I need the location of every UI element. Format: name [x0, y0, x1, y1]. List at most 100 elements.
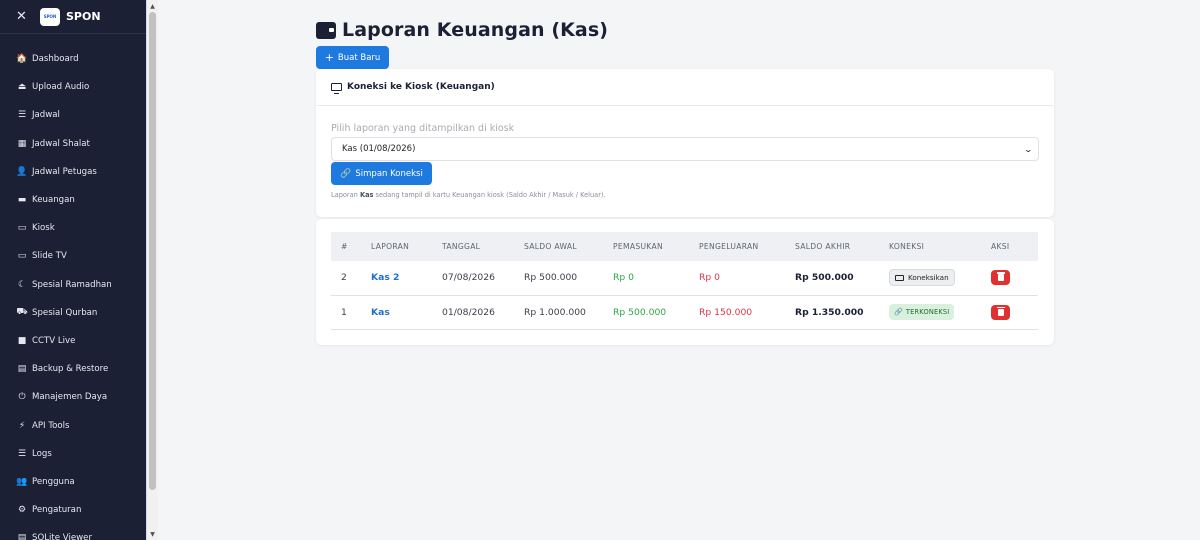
col-start-balance: SALDO AWAL	[524, 242, 577, 251]
connection-cell: Koneksikan	[879, 261, 981, 295]
monitor-icon	[331, 83, 342, 94]
delete-button[interactable]	[991, 304, 1010, 320]
home-icon: 🏠	[16, 54, 28, 65]
sidebar-item-manajemen-daya[interactable]: ⏻ Manajemen Daya	[0, 383, 146, 411]
table-row: 1 Kas 01/08/2026 Rp 1.000.000 Rp 500.000…	[331, 295, 1038, 329]
sidebar-item-label: API Tools	[32, 420, 70, 431]
sidebar-item-jadwal[interactable]: ☰ Jadwal	[0, 101, 146, 129]
sidebar-item-pengaturan[interactable]: ⚙ Pengaturan	[0, 496, 146, 524]
monitor-icon: ▭	[17, 223, 27, 234]
save-connection-label: Simpan Koneksi	[355, 168, 423, 179]
list-icon: ☰	[17, 448, 27, 459]
col-actions: AKSI	[991, 242, 1010, 251]
database-icon: ▤	[17, 533, 27, 540]
scroll-thumb[interactable]	[149, 12, 156, 490]
cow-icon: ⛟	[16, 307, 28, 318]
connect-button[interactable]: Koneksikan	[889, 269, 955, 287]
sidebar-item-label: Pengguna	[32, 476, 75, 487]
sidebar-item-label: Backup & Restore	[32, 364, 109, 375]
sidebar-item-sqlite-viewer[interactable]: ▤ SQLite Viewer	[0, 524, 146, 540]
app-logo: SPON	[40, 7, 60, 26]
start-balance: Rp 1.000.000	[524, 306, 586, 318]
actions-cell	[981, 295, 1038, 329]
moon-icon: ☾	[17, 279, 27, 290]
sidebar-item-logs[interactable]: ☰ Logs	[0, 440, 146, 468]
sidebar-item-label: Jadwal	[32, 110, 60, 121]
sidebar-item-label: SQLite Viewer	[32, 533, 92, 540]
connect-label: Koneksikan	[908, 273, 949, 283]
trash-icon	[996, 306, 1005, 316]
report-link[interactable]: Kas	[361, 295, 432, 329]
sidebar-item-upload-audio[interactable]: ⏏ Upload Audio	[0, 73, 146, 101]
expense-value: Rp 0	[699, 272, 720, 284]
bolt-icon: ⚡	[18, 420, 26, 431]
sidebar-item-api-tools[interactable]: ⚡ API Tools	[0, 411, 146, 439]
scroll-down-arrow-icon[interactable]: ▼	[147, 528, 158, 540]
sidebar-item-label: Pengaturan	[32, 505, 82, 516]
report-link[interactable]: Kas 2	[361, 261, 432, 295]
sidebar-item-label: Spesial Qurban	[32, 307, 98, 318]
wallet-icon	[316, 21, 336, 39]
sidebar-menu: 🏠 Dashboard ⏏ Upload Audio ☰ Jadwal ▦ Jadwal Sh…	[0, 34, 146, 540]
sidebar-item-label: Keuangan	[32, 195, 75, 206]
connected-label: TERKONEKSI	[905, 308, 950, 316]
sidebar-item-slide-tv[interactable]: ▭ Slide TV	[0, 242, 146, 270]
link-icon: 🔗	[894, 308, 903, 316]
col-date: TANGGAL	[442, 242, 481, 251]
sidebar-item-label: Kiosk	[32, 223, 55, 234]
sidebar-item-spesial-qurban[interactable]: ⛟ Spesial Qurban	[0, 299, 146, 327]
sidebar-item-dashboard[interactable]: 🏠 Dashboard	[0, 45, 146, 73]
hint-suffix: sedang tampil di kartu Keuangan kiosk (S…	[373, 191, 606, 199]
end-balance: Rp 500.000	[795, 272, 854, 284]
page-scrollbar[interactable]: ▲ ▼	[146, 0, 158, 540]
sidebar-item-jadwal-petugas[interactable]: 👤 Jadwal Petugas	[0, 158, 146, 186]
sidebar-item-spesial-ramadhan[interactable]: ☾ Spesial Ramadhan	[0, 271, 146, 299]
scroll-up-arrow-icon[interactable]: ▲	[147, 0, 158, 12]
connected-badge: 🔗 TERKONEKSI	[889, 304, 955, 320]
delete-button[interactable]	[991, 270, 1010, 286]
sidebar-item-label: Slide TV	[32, 251, 67, 262]
power-icon: ⏻	[18, 392, 26, 403]
wallet-icon: ▬	[17, 195, 27, 206]
income-value: Rp 500.000	[613, 306, 667, 318]
sidebar-item-pengguna[interactable]: 👥 Pengguna	[0, 468, 146, 496]
end-balance: Rp 1.350.000	[795, 306, 864, 318]
close-icon[interactable]: ✕	[16, 9, 34, 24]
create-new-label: Buat Baru	[337, 52, 381, 63]
sidebar-item-label: Dashboard	[32, 54, 79, 65]
sidebar-item-label: Upload Audio	[32, 82, 90, 93]
connection-cell: 🔗 TERKONEKSI	[879, 295, 981, 329]
sidebar-item-label: Jadwal Petugas	[32, 166, 97, 177]
hint-report: Kas	[359, 191, 374, 199]
chevron-down-icon: ⌄	[1023, 144, 1034, 154]
sidebar-item-keuangan[interactable]: ▬ Keuangan	[0, 186, 146, 214]
app-brand: SPON	[66, 10, 101, 23]
col-connection: KONEKSI	[889, 242, 925, 251]
reports-table-card: # LAPORAN TANGGAL SALDO AWAL PEMASUKAN P…	[316, 219, 1054, 345]
reports-table: # LAPORAN TANGGAL SALDO AWAL PEMASUKAN P…	[331, 232, 1038, 330]
sidebar-item-label: Logs	[32, 448, 52, 459]
col-number: #	[341, 242, 348, 251]
save-connection-button[interactable]: 🔗 Simpan Koneksi	[331, 162, 432, 185]
sidebar-item-kiosk[interactable]: ▭ Kiosk	[0, 214, 146, 242]
report-date: 07/08/2026	[442, 272, 495, 284]
plus-icon: +	[324, 51, 334, 64]
users-icon: 👥	[16, 476, 28, 487]
create-new-button[interactable]: + Buat Baru	[316, 46, 389, 69]
expense-value: Rp 150.000	[699, 306, 753, 318]
col-end-balance: SALDO AKHIR	[795, 242, 851, 251]
calendar-icon: ▦	[17, 138, 27, 149]
col-income: PEMASUKAN	[613, 242, 663, 251]
page-title: Laporan Keuangan (Kas)	[316, 19, 608, 41]
report-select[interactable]: Kas (01/08/2026) ⌄	[331, 137, 1039, 161]
gear-icon: ⚙	[17, 505, 27, 516]
sidebar-item-label: Spesial Ramadhan	[32, 279, 112, 290]
report-select-value: Kas (01/08/2026)	[342, 144, 416, 154]
sidebar-item-jadwal-shalat[interactable]: ▦ Jadwal Shalat	[0, 130, 146, 158]
table-row: 2 Kas 2 07/08/2026 Rp 500.000 Rp 0 Rp 0 …	[331, 261, 1038, 295]
user-icon: 👤	[16, 166, 28, 177]
kiosk-card-body: Pilih laporan yang ditampilkan di kiosk …	[316, 106, 1054, 199]
sidebar-item-backup-restore[interactable]: ▤ Backup & Restore	[0, 355, 146, 383]
kiosk-card-title: Koneksi ke Kiosk (Keuangan)	[347, 82, 495, 92]
sidebar-item-cctv-live[interactable]: ■ CCTV Live	[0, 327, 146, 355]
